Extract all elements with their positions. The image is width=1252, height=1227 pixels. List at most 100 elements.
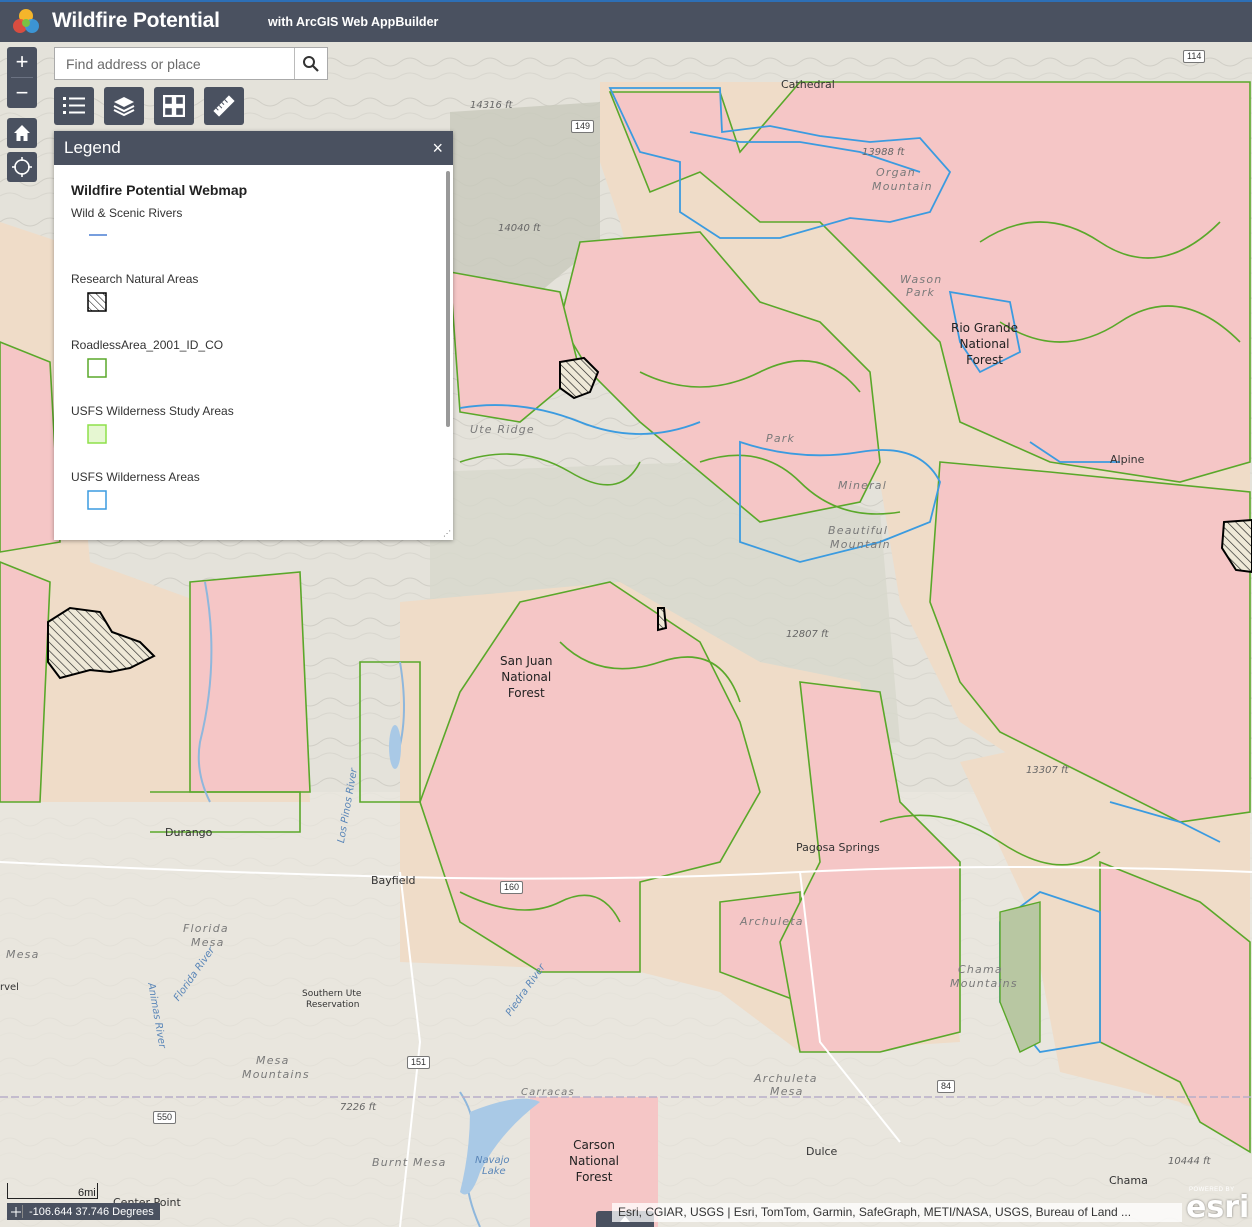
elevation-label: 13988 ft xyxy=(862,147,905,158)
town-label: Southern Ute xyxy=(302,989,362,999)
ruler-icon xyxy=(213,95,235,117)
terrain-label: Archuleta xyxy=(740,915,804,928)
terrain-label: Mountains xyxy=(950,977,1018,990)
legend-layer-name: RoadlessArea_2001_ID_CO xyxy=(71,338,224,352)
resize-handle-icon[interactable]: ⋰ xyxy=(443,529,451,538)
legend-swatch xyxy=(71,422,446,470)
legend-layer-roadless-area: RoadlessArea_2001_ID_CO xyxy=(71,338,446,404)
town-label: Carracas xyxy=(521,1087,575,1098)
legend-swatch xyxy=(71,290,446,338)
layer-list-button[interactable] xyxy=(104,87,144,125)
close-icon[interactable]: × xyxy=(432,138,443,159)
elevation-label: 14316 ft xyxy=(470,100,513,111)
terrain-label: Mountain xyxy=(872,180,933,193)
legend-tool-button[interactable] xyxy=(54,87,94,125)
legend-body[interactable]: Wildfire Potential Webmap Wild & Scenic … xyxy=(54,165,446,537)
terrain-label: Chama xyxy=(958,963,1003,976)
grid-icon xyxy=(163,95,185,117)
highway-shield: 550 xyxy=(153,1111,177,1124)
legend-layer-wilderness-areas: USFS Wilderness Areas xyxy=(71,470,446,536)
coordinate-display[interactable]: -106.644 37.746 Degrees xyxy=(7,1203,160,1220)
legend-swatch xyxy=(71,224,446,272)
town-label: Alpine xyxy=(1110,453,1145,466)
town-label: Dulce xyxy=(806,1145,838,1158)
elevation-label: 7226 ft xyxy=(340,1102,377,1113)
app-header: Wildfire Potential with ArcGIS Web AppBu… xyxy=(0,0,1252,42)
town-label: Pagosa Springs xyxy=(796,841,880,854)
terrain-label: Beautiful xyxy=(828,524,889,537)
map-attribution: Esri, CGIAR, USGS | Esri, TomTom, Garmin… xyxy=(612,1203,1182,1222)
measure-tool-button[interactable] xyxy=(204,87,244,125)
highway-shield: 84 xyxy=(937,1080,956,1093)
carson-forest-label: Carson National Forest xyxy=(569,1138,620,1184)
town-label: Durango xyxy=(165,826,213,839)
rio-grande-forest-label: Rio Grande National Forest xyxy=(951,321,1019,367)
crosshair-icon[interactable] xyxy=(9,1205,23,1218)
search-icon xyxy=(303,55,319,72)
hatch-box-icon xyxy=(87,292,107,312)
locate-icon xyxy=(12,157,32,177)
terrain-label: Mesa xyxy=(6,948,40,961)
legend-layer-name: USFS Wilderness Areas xyxy=(71,470,200,484)
terrain-label: Archuleta xyxy=(754,1072,818,1085)
town-label: Reservation xyxy=(306,1000,360,1010)
search-input[interactable] xyxy=(55,48,294,79)
light-green-box-icon xyxy=(87,424,107,444)
home-button[interactable] xyxy=(7,118,37,148)
my-location-button[interactable] xyxy=(7,152,37,182)
water-label: Navajo xyxy=(475,1155,510,1166)
terrain-label: Mountains xyxy=(242,1068,310,1081)
home-icon xyxy=(14,125,30,141)
layers-icon xyxy=(113,97,135,117)
app-subtitle: with ArcGIS Web AppBuilder xyxy=(268,15,439,29)
terrain-label: Park xyxy=(906,286,936,299)
app-logo-icon xyxy=(13,9,39,33)
green-box-icon xyxy=(87,358,107,378)
legend-panel: Legend × Wildfire Potential Webmap Wild … xyxy=(54,131,453,540)
highway-shield: 114 xyxy=(1183,50,1206,63)
legend-layer-wilderness-study-areas: USFS Wilderness Study Areas xyxy=(71,404,446,470)
search-widget xyxy=(54,47,328,80)
esri-logo[interactable]: esri xyxy=(1186,1190,1249,1225)
legend-layer-name: Research Natural Areas xyxy=(71,272,199,286)
river-line-icon xyxy=(89,234,107,236)
coordinate-text: -106.644 37.746 Degrees xyxy=(29,1205,154,1218)
terrain-label: Mesa xyxy=(770,1085,804,1098)
basemap-gallery-button[interactable] xyxy=(154,87,194,125)
legend-layer-wild-scenic-rivers: Wild & Scenic Rivers xyxy=(71,206,446,272)
terrain-label: Park xyxy=(766,432,796,445)
zoom-control: + − xyxy=(7,47,37,108)
list-icon xyxy=(63,97,85,114)
legend-map-title: Wildfire Potential Webmap xyxy=(71,182,248,198)
app-title: Wildfire Potential xyxy=(52,9,220,32)
water-label: Lake xyxy=(482,1166,506,1177)
legend-layer-name: Wild & Scenic Rivers xyxy=(71,206,183,220)
terrain-label: Mountain xyxy=(830,538,891,551)
terrain-label: Mesa xyxy=(256,1054,290,1067)
blue-box-icon xyxy=(87,490,107,510)
elevation-label: 13307 ft xyxy=(1026,765,1069,776)
town-label: rvel xyxy=(0,982,19,993)
terrain-label: Burnt Mesa xyxy=(372,1156,447,1169)
legend-swatch xyxy=(71,488,446,536)
research-natural-area-4 xyxy=(657,607,668,632)
legend-header: Legend × xyxy=(54,131,453,165)
town-label: Chama xyxy=(1109,1174,1148,1187)
zoom-in-button[interactable]: + xyxy=(7,47,37,77)
legend-scrollbar[interactable] xyxy=(446,171,450,427)
town-label: Bayfield xyxy=(371,874,416,887)
elevation-label: 12807 ft xyxy=(786,629,829,640)
terrain-label: Organ xyxy=(876,166,916,179)
highway-shield: 149 xyxy=(571,120,595,133)
legend-swatch xyxy=(71,356,446,404)
elevation-label: 10444 ft xyxy=(1168,1156,1211,1167)
search-button[interactable] xyxy=(294,48,327,79)
scale-bar-label: 6mi xyxy=(78,1187,96,1199)
terrain-label: Florida xyxy=(183,922,229,935)
roadless-area-9 xyxy=(0,341,61,553)
legend-layer-research-natural-areas: Research Natural Areas xyxy=(71,272,446,338)
terrain-label: Ute Ridge xyxy=(470,423,535,436)
elevation-label: 14040 ft xyxy=(498,223,541,234)
zoom-out-button[interactable]: − xyxy=(7,78,37,108)
terrain-label: Mineral xyxy=(838,479,888,492)
